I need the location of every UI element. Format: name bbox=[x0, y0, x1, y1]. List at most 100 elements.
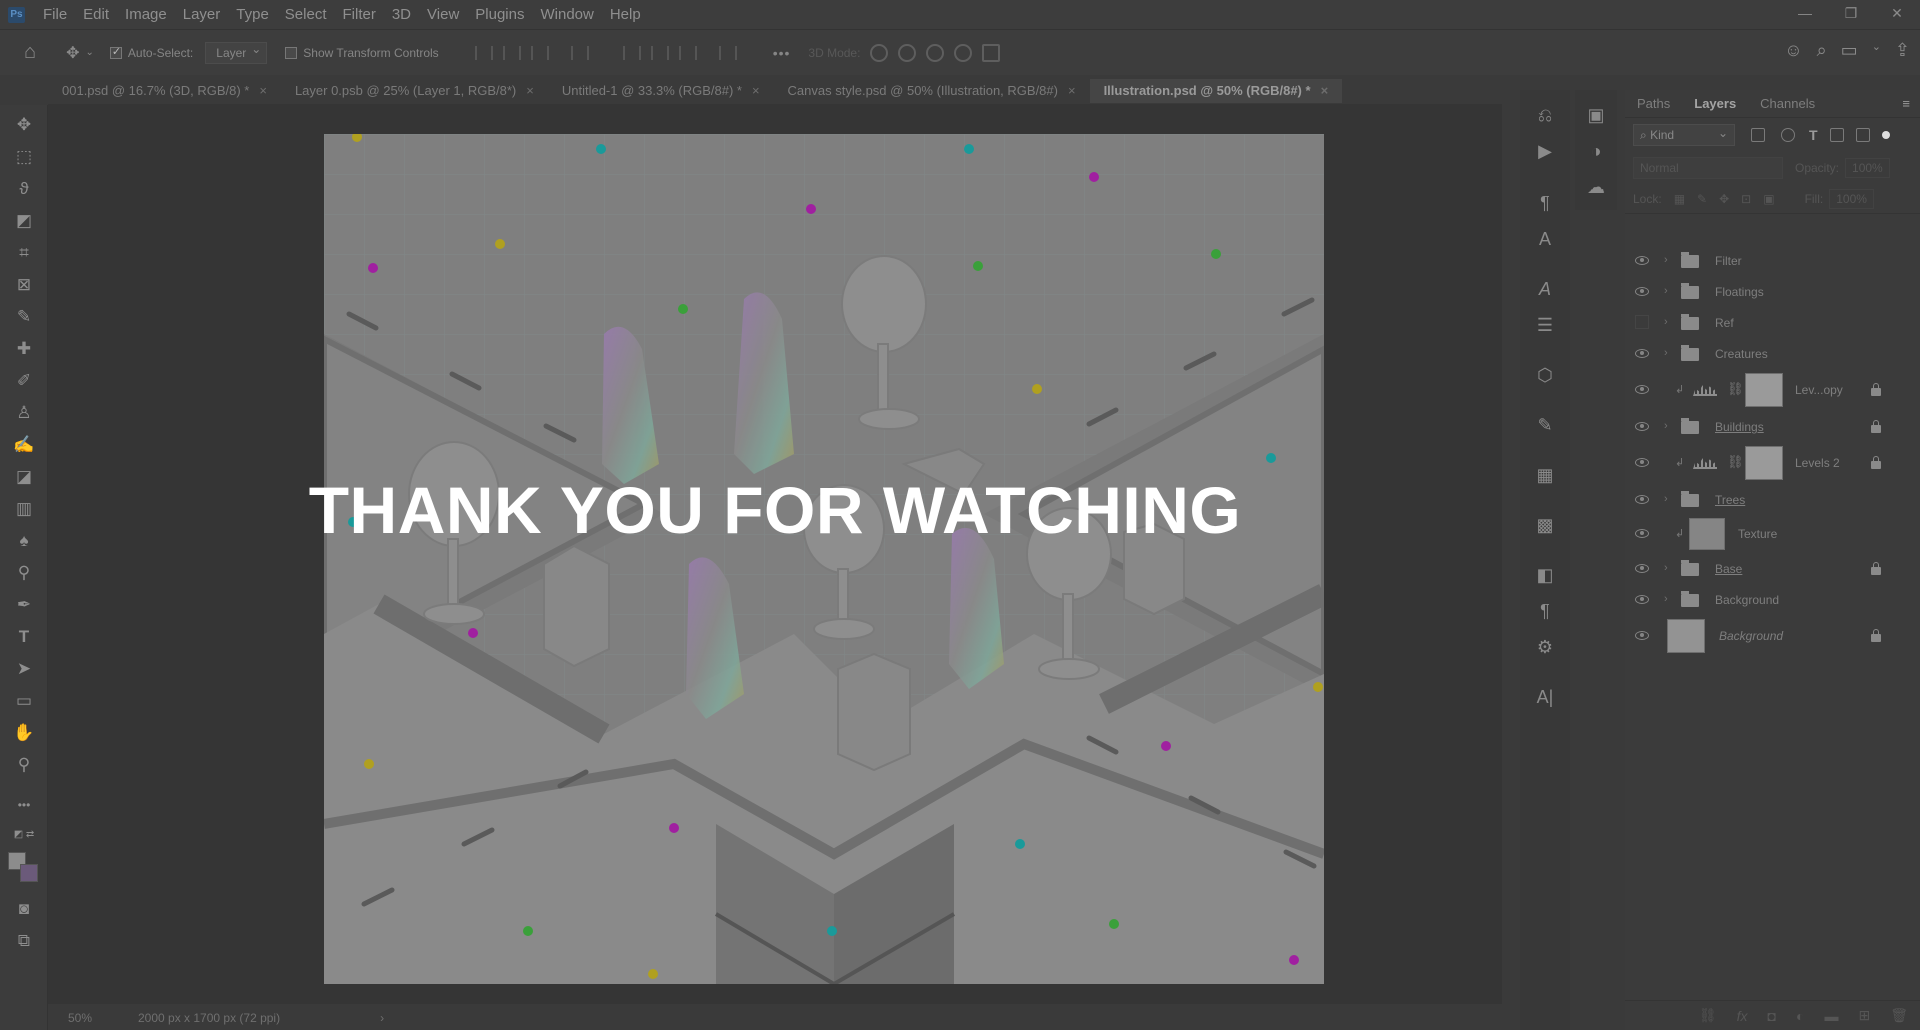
align-top-icon[interactable] bbox=[622, 45, 641, 60]
menu-view[interactable]: View bbox=[419, 0, 467, 29]
healing-brush-tool-icon[interactable]: ✚ bbox=[12, 337, 36, 361]
quick-mask-icon[interactable]: ◙ bbox=[12, 897, 36, 921]
type-tool-icon[interactable]: T bbox=[12, 625, 36, 649]
move-tool-icon[interactable]: ✥ bbox=[12, 113, 36, 137]
tab-paths[interactable]: Paths bbox=[1625, 90, 1682, 117]
distribute-vertical-icon[interactable] bbox=[718, 45, 737, 60]
hand-tool-icon[interactable]: ✋ bbox=[12, 721, 36, 745]
timeline-panel-icon[interactable]: ▦ bbox=[1532, 462, 1558, 488]
expand-chevron-icon[interactable]: › bbox=[1664, 593, 1668, 605]
home-icon[interactable]: ⌂ bbox=[24, 41, 36, 64]
pixel-filter-icon[interactable] bbox=[1751, 128, 1765, 142]
visibility-eye-icon[interactable] bbox=[1635, 256, 1649, 265]
roll-3d-icon[interactable] bbox=[898, 43, 917, 62]
object-selection-tool-icon[interactable]: ◩ bbox=[12, 209, 36, 233]
brush-tool-icon[interactable]: ✐ bbox=[12, 369, 36, 393]
layer-row[interactable]: › Ref bbox=[1625, 307, 1920, 338]
lock-position-icon[interactable]: ✥ bbox=[1719, 192, 1729, 206]
history-brush-tool-icon[interactable]: ✍ bbox=[12, 433, 36, 457]
show-transform-controls-checkbox[interactable]: Show Transform Controls bbox=[285, 46, 439, 60]
panel-menu-icon[interactable]: ≡ bbox=[1902, 90, 1920, 117]
layer-row[interactable]: › Creatures bbox=[1625, 338, 1920, 369]
paragraph-styles-icon[interactable]: ¶ bbox=[1532, 190, 1558, 216]
expand-chevron-icon[interactable]: › bbox=[1664, 316, 1668, 328]
screen-mode-icon[interactable]: ⧉ bbox=[12, 929, 36, 953]
minimize-button[interactable]: — bbox=[1782, 0, 1828, 29]
blur-tool-icon[interactable]: ♠ bbox=[12, 529, 36, 553]
crop-tool-icon[interactable]: ⌗ bbox=[12, 241, 36, 265]
visibility-eye-icon[interactable] bbox=[1635, 564, 1649, 573]
blend-mode-dropdown[interactable]: Normal bbox=[1633, 157, 1783, 179]
layer-row[interactable]: ↲ ⛓ Lev...opy bbox=[1625, 369, 1920, 411]
color-panel-icon[interactable]: ◑ bbox=[1583, 138, 1609, 164]
auto-select-target-dropdown[interactable]: Layer bbox=[205, 41, 268, 64]
adjustments-sliders-icon[interactable]: ⚙ bbox=[1532, 634, 1558, 660]
expand-chevron-icon[interactable]: › bbox=[1664, 493, 1668, 505]
share-export-icon[interactable]: ⇪ bbox=[1895, 40, 1910, 61]
marquee-tool-icon[interactable]: ⬚ bbox=[12, 145, 36, 169]
smart-object-filter-icon[interactable] bbox=[1855, 128, 1870, 142]
pan-3d-icon[interactable] bbox=[926, 43, 945, 62]
visibility-eye-icon[interactable] bbox=[1635, 595, 1649, 604]
type-filter-icon[interactable]: T bbox=[1809, 127, 1818, 143]
lasso-tool-icon[interactable]: ϑ bbox=[12, 177, 36, 201]
opacity-field[interactable]: 100% bbox=[1845, 158, 1890, 178]
layer-mask-thumbnail[interactable] bbox=[1745, 446, 1783, 480]
layer-style-fx-icon[interactable]: fx bbox=[1737, 1008, 1748, 1024]
auto-select-checkbox[interactable]: Auto-Select: bbox=[109, 45, 193, 60]
doc-tab[interactable]: 001.psd @ 16.7% (3D, RGB/8) * × bbox=[48, 79, 281, 103]
pen-tool-icon[interactable]: ✒ bbox=[12, 593, 36, 617]
rectangle-tool-icon[interactable]: ▭ bbox=[12, 689, 36, 713]
menu-layer[interactable]: Layer bbox=[175, 0, 229, 29]
menu-edit[interactable]: Edit bbox=[75, 0, 117, 29]
layer-row[interactable]: › Floatings bbox=[1625, 276, 1920, 307]
filter-toggle-icon[interactable] bbox=[1881, 131, 1890, 139]
lock-artboard-icon[interactable]: ⊡ bbox=[1741, 192, 1751, 206]
layer-row[interactable]: ↲ Texture bbox=[1625, 515, 1920, 553]
close-icon[interactable]: × bbox=[259, 83, 267, 98]
close-icon[interactable]: × bbox=[1321, 83, 1329, 98]
document-canvas[interactable] bbox=[324, 134, 1324, 984]
navigator-panel-icon[interactable]: ▣ bbox=[1583, 102, 1609, 128]
path-selection-tool-icon[interactable]: ➤ bbox=[12, 657, 36, 681]
delete-layer-icon[interactable]: 🗑 bbox=[1890, 1007, 1908, 1024]
character-styles-icon[interactable]: A bbox=[1532, 226, 1558, 252]
link-chain-icon[interactable]: ⛓ bbox=[1727, 454, 1744, 470]
lock-image-icon[interactable]: ✎ bbox=[1697, 192, 1707, 206]
layer-row[interactable]: › Trees bbox=[1625, 484, 1920, 515]
menu-select[interactable]: Select bbox=[277, 0, 335, 29]
chevron-down-icon[interactable]: ⌄ bbox=[86, 47, 94, 58]
doc-tab[interactable]: Layer 0.psb @ 25% (Layer 1, RGB/8*) × bbox=[281, 79, 548, 103]
expand-chevron-icon[interactable]: › bbox=[1664, 420, 1668, 432]
character-panel-icon[interactable]: A| bbox=[1532, 684, 1558, 710]
align-bottom-icon[interactable] bbox=[678, 45, 697, 60]
frame-tool-icon[interactable]: ⊠ bbox=[12, 273, 36, 297]
menu-window[interactable]: Window bbox=[532, 0, 601, 29]
3d-panel-icon[interactable]: ⬡ bbox=[1532, 362, 1558, 388]
doc-tab[interactable]: Untitled-1 @ 33.3% (RGB/8#) * × bbox=[548, 79, 774, 103]
eyedropper-tool-icon[interactable]: ✎ bbox=[12, 305, 36, 329]
tab-channels[interactable]: Channels bbox=[1748, 90, 1827, 117]
close-window-button[interactable]: ✕ bbox=[1874, 0, 1920, 29]
layer-thumbnail[interactable] bbox=[1689, 518, 1725, 550]
lock-all-icon[interactable]: ▣ bbox=[1763, 192, 1774, 206]
menu-help[interactable]: Help bbox=[602, 0, 649, 29]
adjustment-layer-icon[interactable]: ◐ bbox=[1796, 1008, 1804, 1024]
background-color-swatch[interactable] bbox=[20, 864, 38, 882]
layer-row[interactable]: › Background bbox=[1625, 584, 1920, 615]
history-panel-icon[interactable]: ⎌ bbox=[1532, 102, 1558, 128]
camera-3d-icon[interactable] bbox=[982, 43, 1001, 62]
expand-chevron-icon[interactable]: › bbox=[1664, 347, 1668, 359]
tab-layers[interactable]: Layers bbox=[1682, 90, 1748, 117]
layer-thumbnail[interactable] bbox=[1667, 619, 1705, 653]
doc-tab[interactable]: Canvas style.psd @ 50% (Illustration, RG… bbox=[774, 79, 1090, 103]
zoom-level-field[interactable]: 50% bbox=[48, 1011, 110, 1025]
search-icon[interactable]: ⌕ bbox=[1817, 40, 1827, 61]
restore-button[interactable]: ❐ bbox=[1828, 0, 1874, 29]
menu-type[interactable]: Type bbox=[228, 0, 277, 29]
status-menu-arrow[interactable]: › bbox=[380, 1011, 384, 1025]
layer-row[interactable]: ↲ ⛓ Levels 2 bbox=[1625, 442, 1920, 484]
visibility-eye-icon[interactable] bbox=[1635, 385, 1649, 394]
more-options-button[interactable]: ••• bbox=[773, 45, 791, 61]
dodge-tool-icon[interactable]: ⚲ bbox=[12, 561, 36, 585]
